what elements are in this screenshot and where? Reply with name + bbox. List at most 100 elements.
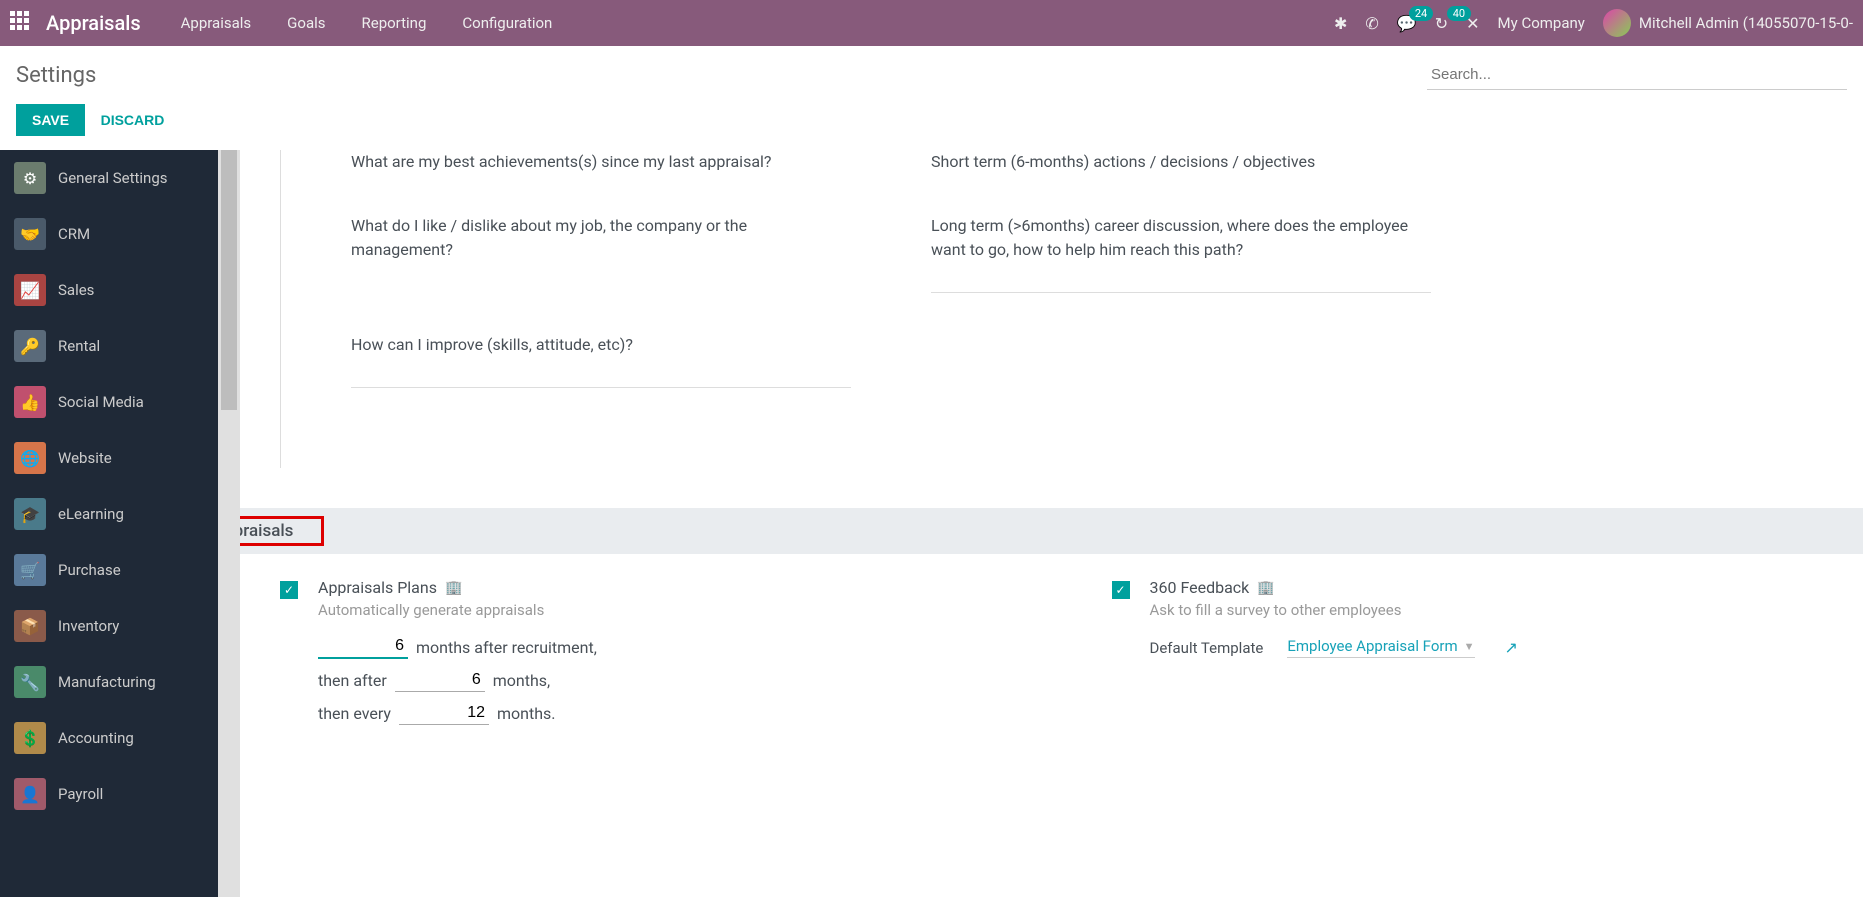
sidebar-item-label: Social Media [58,393,144,411]
question-text: What do I like / dislike about my job, t… [351,214,851,293]
top-navbar: Appraisals Appraisals Goals Reporting Co… [0,0,1863,46]
sidebar-item-label: eLearning [58,505,124,523]
key-icon: 🔑 [14,330,46,362]
plan-fields: months after recruitment, then after mon… [318,635,1032,725]
sidebar-item-label: Inventory [58,617,119,635]
nav-goals[interactable]: Goals [287,14,325,32]
sidebar-item-inventory[interactable]: 📦 Inventory [0,598,218,654]
default-template-label: Default Template [1150,639,1264,657]
money-icon: 💲 [14,722,46,754]
scrollbar[interactable] [218,150,240,897]
sidebar-item-accounting[interactable]: 💲 Accounting [0,710,218,766]
option-body: Appraisals Plans🏢 Automatically generate… [318,578,1032,735]
chart-icon: 📈 [14,274,46,306]
then-after-input[interactable] [395,669,485,692]
first-months-input[interactable] [318,635,408,659]
phone-icon[interactable]: ✆ [1365,14,1378,33]
field-label: months. [497,704,556,723]
building-icon[interactable]: 🏢 [1257,580,1274,596]
question-text: Short term (6-months) actions / decision… [931,150,1431,174]
sidebar-item-website[interactable]: 🌐Website [0,430,218,486]
field-label: months, [493,671,550,690]
highlight-box: Appraisals [240,516,324,546]
user-menu[interactable]: Mitchell Admin (14055070-15-0- [1603,9,1853,37]
sidebar-item-elearning[interactable]: 🎓 eLearning [0,486,218,542]
sidebar-item-rental[interactable]: 🔑 Rental [0,318,218,374]
nav-menu: Appraisals Goals Reporting Configuration [181,14,553,32]
sidebar-item-payroll[interactable]: 👤 Payroll [0,766,218,822]
option-title: 360 Feedback🏢 [1150,578,1863,597]
nav-reporting[interactable]: Reporting [362,14,427,32]
apps-icon[interactable] [10,11,34,35]
field-row: then after months, [318,669,1032,692]
then-every-input[interactable] [399,702,489,725]
thumbs-up-icon: 👍 [14,386,46,418]
option-title: Appraisals Plans🏢 [318,578,1032,597]
sidebar-item-label: CRM [58,225,90,243]
action-bar: SAVE DISCARD [0,90,1863,150]
box-icon: 📦 [14,610,46,642]
bug-icon[interactable]: ✱ [1334,14,1347,33]
external-link-icon[interactable]: ↗ [1505,638,1518,657]
gear-icon: ⚙ [14,162,46,194]
avatar [1603,9,1631,37]
sidebar-item-label: Website [58,449,112,467]
caret-down-icon: ▼ [1464,640,1475,653]
sidebar-item-label: Purchase [58,561,121,579]
messages-icon[interactable]: 💬24 [1397,14,1417,33]
nav-configuration[interactable]: Configuration [462,14,552,32]
search-input[interactable] [1427,60,1847,90]
default-template-select[interactable]: Employee Appraisal Form▼ [1287,637,1474,658]
save-button[interactable]: SAVE [16,104,85,136]
user-name: Mitchell Admin (14055070-15-0- [1639,14,1853,32]
topbar-right: ✱ ✆ 💬24 ↻40 ✕ My Company Mitchell Admin … [1334,9,1853,37]
content-area: What are my best achievements(s) since m… [240,150,1863,897]
sidebar-item-general[interactable]: ⚙General Settings [0,150,218,206]
sidebar-item-manufacturing[interactable]: 🔧 Manufacturing [0,654,218,710]
scrollbar-thumb[interactable] [221,150,237,410]
nav-appraisals[interactable]: Appraisals [181,14,252,32]
option-subtitle: Ask to fill a survey to other employees [1150,601,1863,619]
section-header-appraisals: Appraisals [240,508,1863,554]
building-icon[interactable]: 🏢 [445,580,462,596]
field-row: months after recruitment, [318,635,1032,659]
question-text: Long term (>6months) career discussion, … [931,214,1431,293]
graduation-icon: 🎓 [14,498,46,530]
sidebar-item-sales[interactable]: 📈 Sales [0,262,218,318]
question-text: What are my best achievements(s) since m… [351,150,851,174]
msg-badge: 24 [1409,6,1433,21]
discard-button[interactable]: DISCARD [101,112,165,128]
sidebar-item-label: Accounting [58,729,134,747]
field-row: then every months. [318,702,1032,725]
close-icon[interactable]: ✕ [1466,14,1479,33]
checkbox-plans[interactable]: ✓ [280,581,298,599]
question-text: How can I improve (skills, attitude, etc… [351,333,851,388]
checkbox-feedback[interactable]: ✓ [1112,581,1130,599]
question-text [931,333,1431,388]
company-selector[interactable]: My Company [1498,14,1585,32]
handshake-icon: 🤝 [14,218,46,250]
sidebar-item-label: Sales [58,281,94,299]
option-subtitle: Automatically generate appraisals [318,601,1032,619]
sidebar-item-purchase[interactable]: 🛒 Purchase [0,542,218,598]
settings-sidebar: ⚙General Settings 🤝 CRM 📈 Sales 🔑 Rental 👍 S… [0,150,218,897]
option-appraisal-plans: ✓ Appraisals Plans🏢 Automatically genera… [280,578,1032,735]
default-template-row: Default Template Employee Appraisal Form… [1150,637,1863,658]
sidebar-item-label: Payroll [58,785,103,803]
person-icon: 👤 [14,778,46,810]
activity-icon[interactable]: ↻40 [1435,14,1448,33]
sidebar-item-label: Manufacturing [58,673,156,691]
question-row: What are my best achievements(s) since m… [351,150,1863,174]
main-container: ⚙General Settings 🤝 CRM 📈 Sales 🔑 Rental 👍 S… [0,150,1863,897]
option-body: 360 Feedback🏢 Ask to fill a survey to ot… [1150,578,1863,658]
sidebar-item-social[interactable]: 👍 Social Media [0,374,218,430]
wrench-icon: 🔧 [14,666,46,698]
app-brand[interactable]: Appraisals [46,11,141,35]
sidebar-item-crm[interactable]: 🤝 CRM [0,206,218,262]
field-label: then after [318,671,387,690]
question-row: What do I like / dislike about my job, t… [351,214,1863,293]
page-title: Settings [16,63,96,88]
question-row: How can I improve (skills, attitude, etc… [351,333,1863,388]
cart-icon: 🛒 [14,554,46,586]
sidebar-item-label: Rental [58,337,100,355]
